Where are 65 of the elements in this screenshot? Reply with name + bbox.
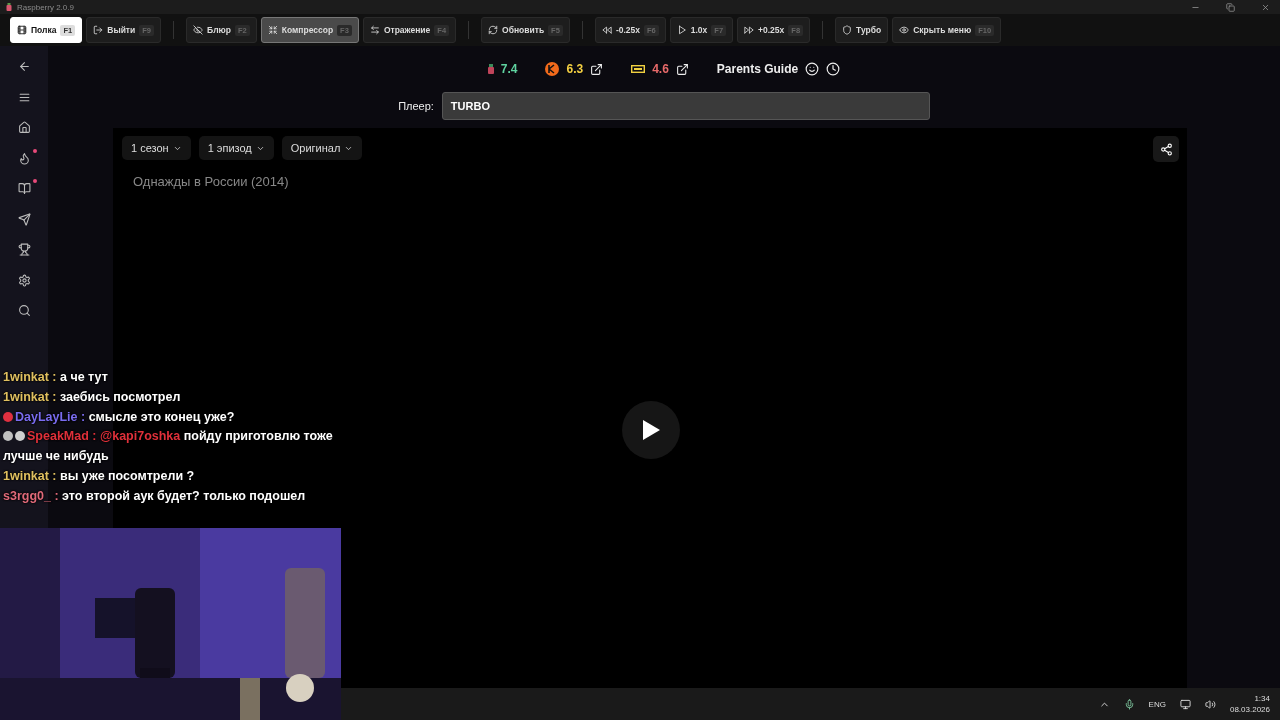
button-label: Отражение [383,25,431,35]
search-icon[interactable] [17,304,31,317]
clock-icon[interactable] [826,62,841,76]
app-logo-icon [6,3,12,11]
window-title: Raspberry 2.0.9 [17,2,74,12]
clock-time[interactable]: 1:34 [1254,694,1270,703]
cup-icon [487,64,494,74]
button-label: Блюр [207,25,231,35]
play-icon [676,25,687,35]
button-label: 1.0x [690,25,708,35]
book-icon[interactable] [17,182,31,195]
restore-icon[interactable] [1226,2,1235,12]
fast-forward-icon [744,25,755,35]
parents-guide-label: Parents Guide [716,62,799,76]
circle-logo-icon [545,62,560,76]
button-label: Скрыть меню [913,25,972,35]
shield-icon [842,25,853,35]
button-label: Полка [31,25,57,35]
toolbar-button[interactable]: Турбо [835,17,889,43]
rating-value: 6.3 [566,62,584,76]
chat-message: DayLayLie : смысле это конец уже? [3,407,333,428]
send-icon[interactable] [17,212,31,226]
chat-message: s3rgg0_ : это второй аук будет? только подошел [3,487,307,505]
flame-icon[interactable] [17,151,31,165]
back-icon[interactable] [17,60,31,73]
chat-message: 1winkat : заебись посмотрел [3,388,182,406]
rewind-icon [601,25,612,35]
external-link-icon[interactable] [590,62,604,76]
close-icon[interactable] [1261,2,1270,12]
button-label: -0.25x [615,25,640,35]
button-label: Турбо [856,25,882,35]
eye-icon [899,25,910,35]
button-label: Компрессор [281,25,334,35]
share-button[interactable] [1153,136,1179,162]
clock-date[interactable]: 08.03.2026 [1229,705,1270,714]
dropdown[interactable]: 1 сезон [122,136,191,160]
smiley-icon[interactable] [805,62,820,76]
home-icon[interactable] [17,121,31,134]
volume-icon[interactable] [1204,698,1216,710]
eye-off-icon [193,25,204,35]
dropdown[interactable]: 1 эпизод [198,136,274,160]
share-icon [1159,142,1173,156]
player-label: Плеер: [398,100,434,112]
refresh-icon [488,25,499,35]
external-link-icon[interactable] [675,62,689,76]
logout-icon [93,25,104,35]
trophy-icon[interactable] [17,243,31,256]
settings-icon[interactable] [17,273,31,287]
button-label: Обновить [502,25,545,35]
chat-message: 1winkat : вы уже посомтрели ? [3,468,196,485]
shrink-icon [267,25,278,35]
arrows-icon [369,25,380,35]
button-label: +0.25x [758,25,785,35]
language-indicator[interactable]: ENG [1148,699,1166,709]
microphone-icon[interactable] [1123,698,1135,710]
chat-message: 1winkat : а че тут [3,369,109,386]
film-icon [17,25,27,35]
player-field[interactable]: TURBO [441,92,930,120]
play-icon [641,419,661,441]
rating-value: 4.6 [652,62,669,76]
dropdown[interactable]: Оригинал [281,136,363,160]
video-title: Однажды в России (2014) [133,174,289,189]
button-label: Выйти [107,25,136,35]
rating-value: 7.4 [500,62,518,76]
ticket-icon [631,65,646,73]
